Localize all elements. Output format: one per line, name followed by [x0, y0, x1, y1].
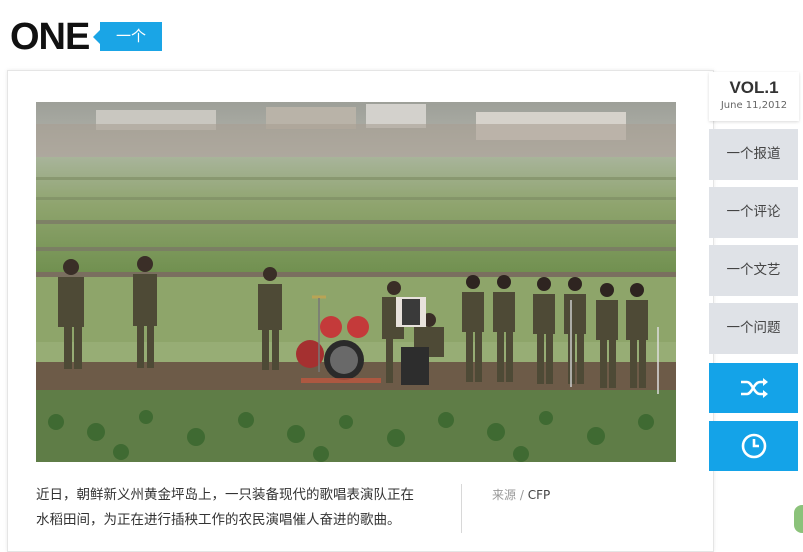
logo[interactable]: ONE — [10, 18, 90, 56]
nav-item-report[interactable]: 一个报道 — [709, 129, 798, 180]
decorative-leaf — [794, 505, 803, 533]
shuffle-icon — [740, 378, 768, 398]
shuffle-button[interactable] — [709, 363, 798, 413]
issue-badge: VOL.1 June 11,2012 — [709, 72, 799, 121]
source-value: CFP — [527, 488, 551, 502]
caption-divider — [461, 484, 462, 533]
source-separator: / — [519, 488, 524, 502]
issue-date: June 11,2012 — [720, 100, 788, 111]
article-photo — [36, 102, 676, 462]
issue-volume: VOL.1 — [729, 78, 779, 97]
nav-item-review[interactable]: 一个评论 — [709, 187, 798, 238]
nav-item-question[interactable]: 一个问题 — [709, 303, 798, 354]
nav-item-art[interactable]: 一个文艺 — [709, 245, 798, 296]
clock-icon — [741, 433, 766, 459]
article-caption: 近日，朝鲜新义州黄金坪岛上，一只装备现代的歌唱表演队正在 水稻田间，为正在进行插… — [36, 483, 441, 533]
photo-source: 来源 / CFP — [492, 486, 550, 503]
history-button[interactable] — [709, 421, 798, 471]
source-label: 来源 — [492, 488, 517, 502]
caption-line-2: 水稻田间，为正在进行插秧工作的农民演唱催人奋进的歌曲。 — [36, 512, 401, 528]
logo-tag: 一个 — [93, 22, 162, 51]
caption-line-1: 近日，朝鲜新义州黄金坪岛上，一只装备现代的歌唱表演队正在 — [36, 487, 414, 503]
